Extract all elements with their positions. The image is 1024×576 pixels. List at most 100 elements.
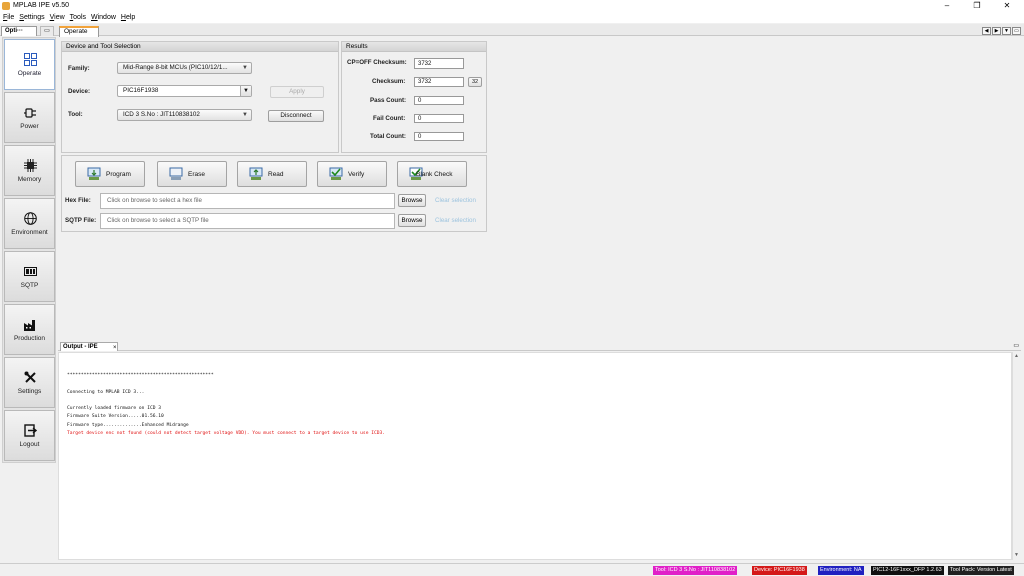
window-title: MPLAB IPE v5.50 — [13, 2, 70, 9]
grid-icon — [24, 53, 37, 66]
tab-minimize-icon[interactable]: ▭ — [1012, 27, 1021, 35]
sidebar-item-logout[interactable]: Logout — [4, 410, 55, 461]
fail-count-value: 0 — [414, 114, 464, 123]
hex-file-input[interactable]: Click on browse to select a hex file — [100, 193, 395, 209]
read-button[interactable]: Read — [237, 161, 307, 187]
menu-file[interactable]: File — [0, 12, 16, 23]
sqtp-file-input[interactable]: Click on browse to select a SQTP file — [100, 213, 395, 229]
menu-tools[interactable]: Tools — [67, 12, 88, 23]
program-button[interactable]: Program — [75, 161, 145, 187]
sidebar-item-label: Environment — [11, 229, 48, 236]
menu-bar: File Settings View Tools Window Help — [0, 12, 1024, 23]
pass-count-label: Pass Count: — [370, 97, 407, 104]
output-header: Output - IPE × ▭ — [58, 341, 1021, 351]
menu-help[interactable]: Help — [118, 12, 137, 23]
erase-button[interactable]: Erase — [157, 161, 227, 187]
tab-options[interactable]: Opti··· — [1, 26, 37, 36]
sidebar: Operate Power Memory Environment SQTP Pr… — [2, 37, 56, 463]
verify-label: Verify — [348, 171, 365, 178]
scroll-down-icon[interactable]: ▼ — [1014, 552, 1019, 558]
globe-icon — [24, 212, 37, 225]
total-count-value: 0 — [414, 132, 464, 141]
device-select[interactable]: PIC16F1938 ▼ — [117, 85, 252, 97]
minimize-button[interactable]: – — [934, 0, 960, 12]
sidebar-item-memory[interactable]: Memory — [4, 145, 55, 196]
tab-strip: Opti··· ▭ Operate ◀ ▶ ▼ ▭ — [0, 24, 1024, 37]
sidebar-item-settings[interactable]: Settings — [4, 357, 55, 408]
sidebar-item-production[interactable]: Production — [4, 304, 55, 355]
sqtp-browse-button[interactable]: Browse — [398, 214, 426, 227]
tool-select[interactable]: ICD 3 S.No : JIT110838102 ▼ — [117, 109, 252, 121]
family-label: Family: — [68, 65, 90, 72]
logout-icon — [24, 424, 37, 437]
sqtp-clear-selection-link[interactable]: Clear selection — [435, 217, 476, 224]
family-select[interactable]: Mid-Range 8-bit MCUs (PIC10/12/1... ▼ — [117, 62, 252, 74]
menu-settings[interactable]: Settings — [16, 12, 46, 23]
pass-count-value: 0 — [414, 96, 464, 105]
sidebar-item-label: Production — [13, 335, 46, 342]
chevron-down-icon: ▼ — [242, 65, 248, 71]
sqtp-icon — [24, 267, 37, 276]
verify-icon — [329, 167, 343, 180]
menu-window[interactable]: Window — [88, 12, 118, 23]
factory-icon — [24, 320, 35, 331]
hex-clear-selection-link[interactable]: Clear selection — [435, 197, 476, 204]
erase-label: Erase — [188, 171, 205, 178]
verify-button[interactable]: Verify — [317, 161, 387, 187]
tab-controls: ◀ ▶ ▼ ▭ — [982, 27, 1021, 35]
read-icon — [249, 167, 263, 180]
title-bar: MPLAB IPE v5.50 – ❐ ✕ — [0, 0, 1024, 12]
scroll-up-icon[interactable]: ▲ — [1014, 353, 1019, 359]
tab-scroll-left-icon[interactable]: ◀ — [982, 27, 991, 35]
total-count-label: Total Count: — [370, 133, 406, 140]
status-badge-device: Device: PIC16F1938 — [752, 566, 807, 575]
minimize-panel-icon[interactable]: ▭ — [40, 26, 54, 36]
output-scrollbar[interactable]: ▲ ▼ — [1012, 352, 1021, 560]
power-plug-icon — [24, 108, 36, 118]
log-line: Currently loaded firmware on ICD 3 — [67, 406, 162, 411]
sidebar-item-label: Logout — [19, 441, 40, 448]
tool-label: Tool: — [68, 111, 83, 118]
close-icon[interactable]: × — [113, 344, 117, 352]
tab-list-icon[interactable]: ▼ — [1002, 27, 1011, 35]
sidebar-item-environment[interactable]: Environment — [4, 198, 55, 249]
chevron-down-icon: ▼ — [240, 86, 251, 96]
apply-button[interactable]: Apply — [270, 86, 324, 98]
status-badge-tool: Tool: ICD 3 S.No : JIT110838102 — [653, 566, 738, 575]
log-line: ****************************************… — [67, 373, 214, 378]
read-label: Read — [268, 171, 284, 178]
disconnect-button[interactable]: Disconnect — [268, 110, 324, 122]
status-badge-environment: Environment: NA — [818, 566, 864, 575]
chip-icon — [24, 159, 37, 172]
output-console[interactable]: ****************************************… — [58, 352, 1012, 560]
checksum-format-button[interactable]: 32 — [468, 77, 482, 87]
status-badge-dfp: PIC12-16F1xxx_DFP 1.2.63 — [871, 566, 944, 575]
sqtp-file-label: SQTP File: — [65, 217, 97, 224]
cp-off-checksum-value: 3732 — [414, 58, 464, 69]
tab-output-ipe[interactable]: Output - IPE × — [60, 342, 118, 351]
hex-file-label: Hex File: — [65, 197, 91, 204]
sidebar-item-power[interactable]: Power — [4, 92, 55, 143]
sidebar-item-sqtp[interactable]: SQTP — [4, 251, 55, 302]
fail-count-label: Fail Count: — [373, 115, 406, 122]
blank-check-button[interactable]: Blank Check — [397, 161, 467, 187]
chevron-down-icon: ▼ — [242, 112, 248, 118]
log-line: Firmware Suite Version.....01.56.10 — [67, 414, 164, 419]
menu-view[interactable]: View — [47, 12, 67, 23]
tools-icon — [24, 371, 36, 383]
close-button[interactable]: ✕ — [994, 0, 1020, 12]
sidebar-item-operate[interactable]: Operate — [4, 39, 55, 90]
hex-browse-button[interactable]: Browse — [398, 194, 426, 207]
minimize-output-icon[interactable]: ▭ — [1013, 342, 1019, 349]
tab-operate[interactable]: Operate — [59, 26, 99, 37]
device-label: Device: — [68, 88, 91, 95]
tab-scroll-right-icon[interactable]: ▶ — [992, 27, 1001, 35]
erase-icon — [169, 167, 183, 180]
device-tool-header: Device and Tool Selection — [62, 42, 338, 52]
blank-check-label: Blank Check — [416, 171, 453, 178]
log-line: Connecting to MPLAB ICD 3... — [67, 390, 145, 395]
status-badge-tool-pack: Tool Pack: Version Latest — [948, 566, 1014, 575]
status-bar: Tool: ICD 3 S.No : JIT110838102 Device: … — [0, 563, 1024, 576]
log-line: Firmware type..............Enhanced Midr… — [67, 423, 189, 428]
restore-button[interactable]: ❐ — [964, 0, 990, 12]
